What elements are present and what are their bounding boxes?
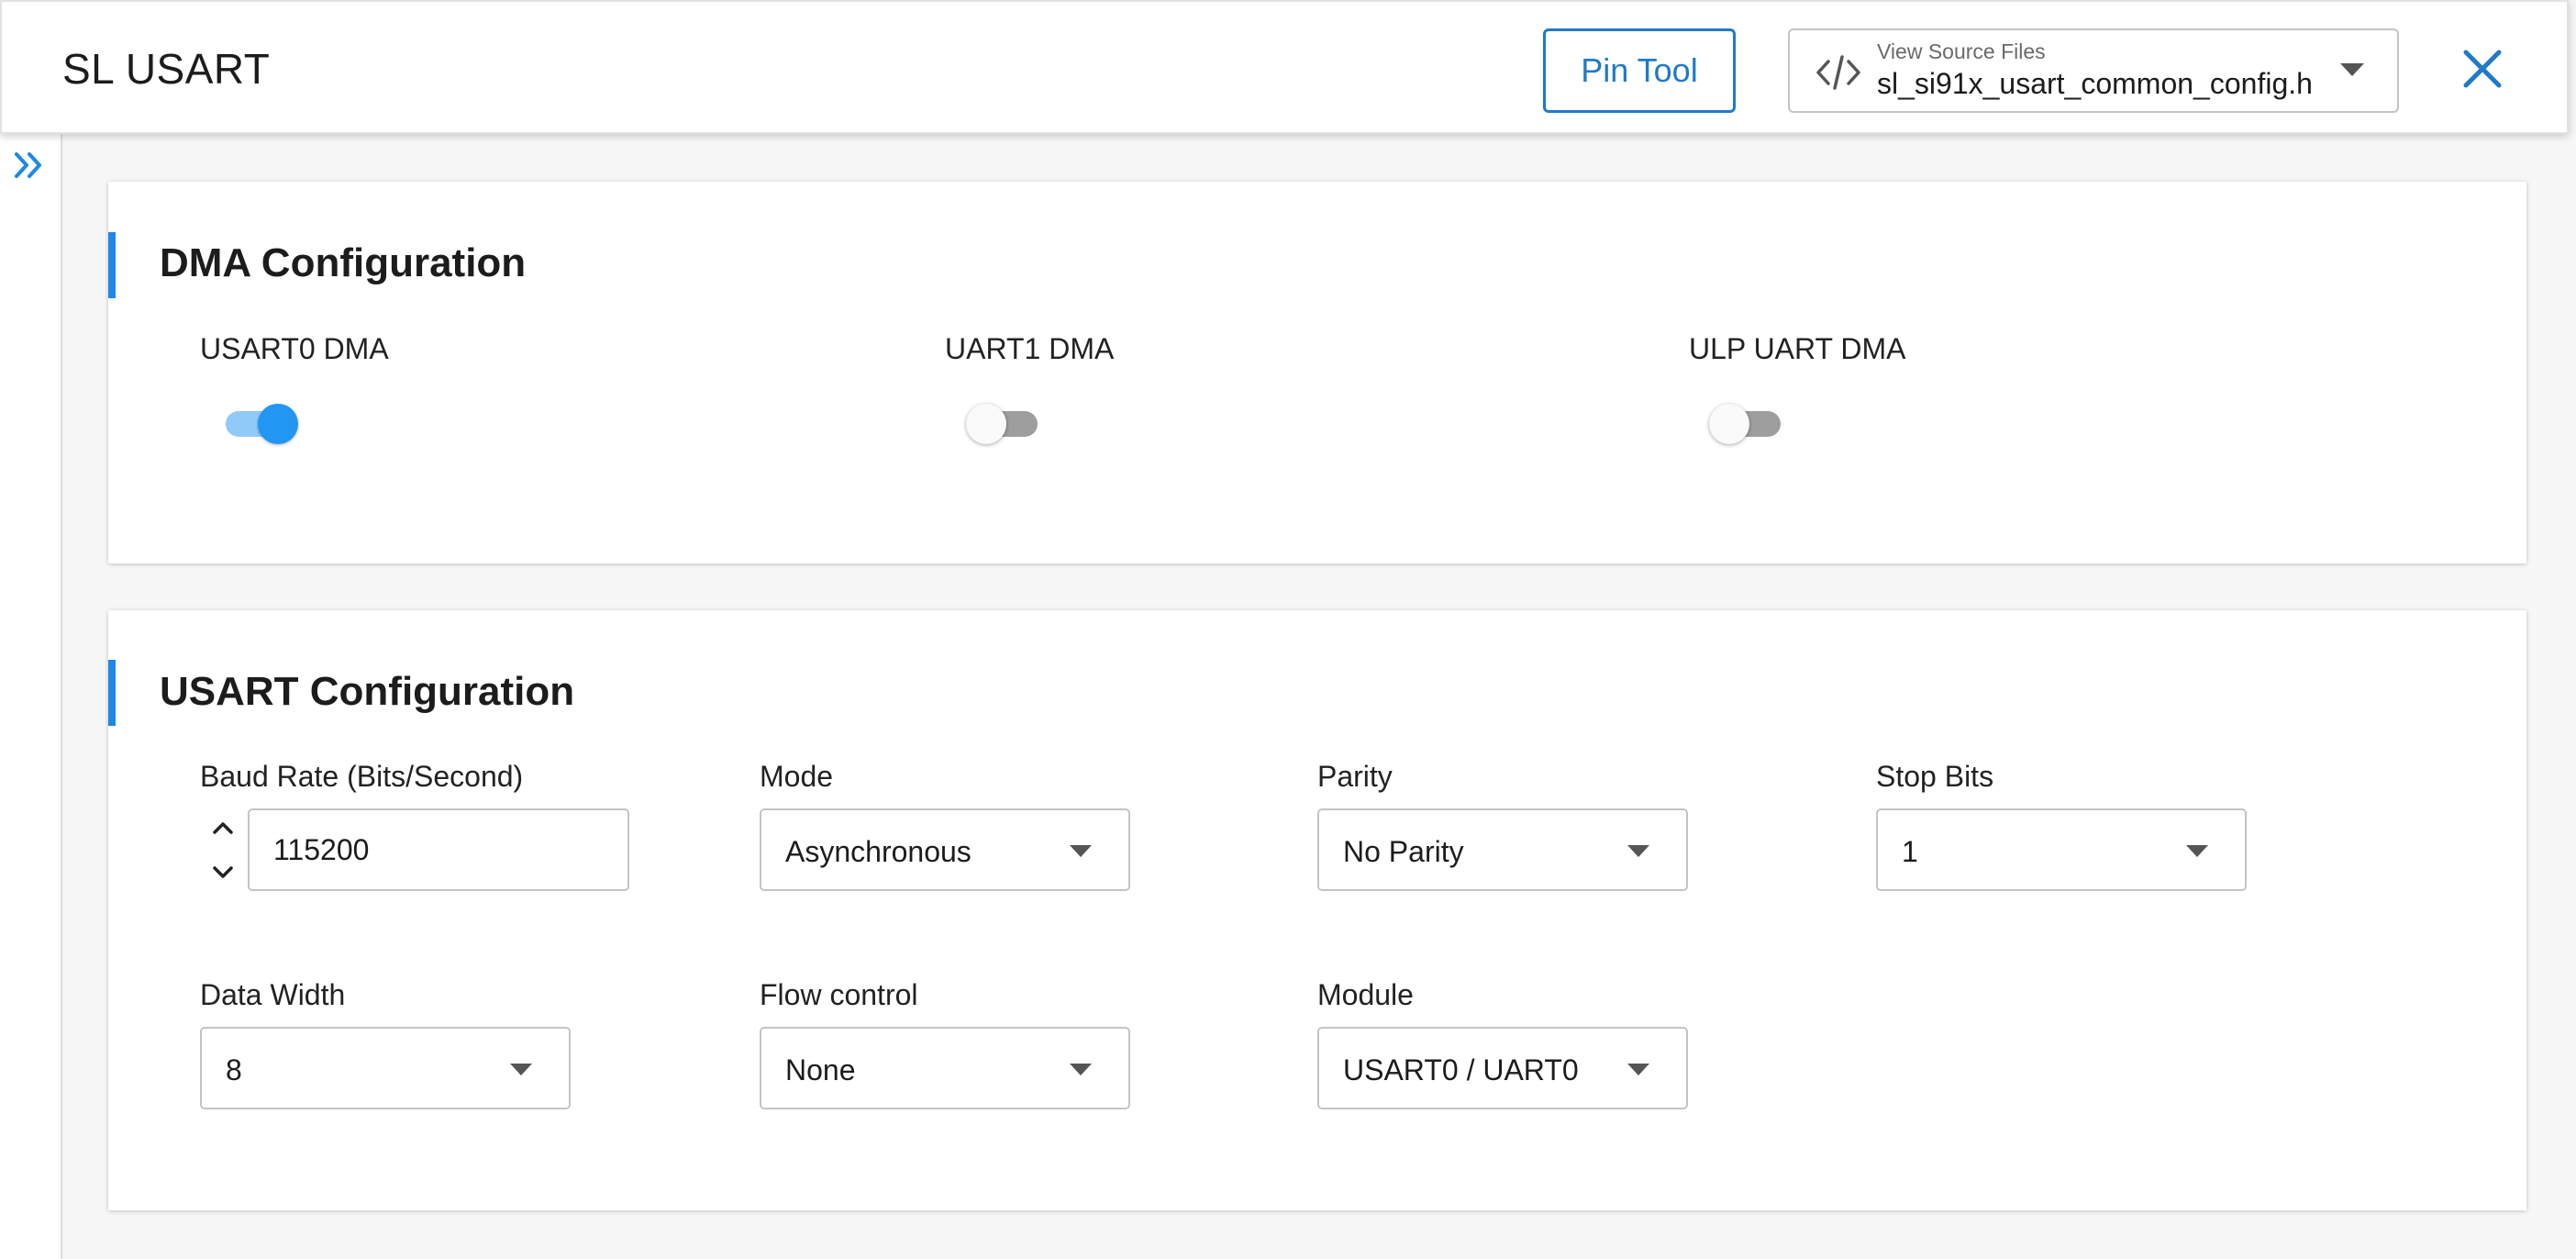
module-select[interactable]: USART0 / UART0 <box>1317 1027 1688 1109</box>
section-accent-bar <box>108 232 116 298</box>
usart0-dma-label: USART0 DMA <box>200 332 389 365</box>
mode-select[interactable]: Asynchronous <box>760 808 1130 891</box>
ulp-uart-dma-label: ULP UART DMA <box>1689 332 1906 365</box>
pin-tool-button[interactable]: Pin Tool <box>1543 28 1736 113</box>
close-icon <box>2463 50 2502 88</box>
chevron-down-icon <box>1070 845 1092 857</box>
chevron-down-icon <box>510 1064 532 1075</box>
dma-configuration-card: DMA Configuration USART0 DMA UART1 DMA U… <box>108 182 2526 563</box>
page-title: SL USART <box>62 45 271 93</box>
usart0-dma-toggle[interactable] <box>226 400 299 444</box>
source-files-value: sl_si91x_usart_common_config.h <box>1877 67 2313 100</box>
module-value: USART0 / UART0 <box>1343 1053 1579 1086</box>
code-icon <box>1816 55 1860 90</box>
chevron-down-icon[interactable] <box>209 863 237 883</box>
chevron-down-icon <box>1070 1064 1092 1075</box>
mode-label: Mode <box>760 760 834 793</box>
side-rail <box>0 134 62 1259</box>
chevron-down-icon <box>2186 845 2208 857</box>
data-width-value: 8 <box>226 1053 242 1086</box>
baud-rate-label: Baud Rate (Bits/Second) <box>200 760 524 793</box>
app-header: SL USART Pin Tool View Source Files sl_s… <box>0 0 2569 134</box>
module-label: Module <box>1317 978 1414 1011</box>
chevron-down-icon <box>1627 1064 1649 1075</box>
chevron-up-icon[interactable] <box>209 818 237 838</box>
uart1-dma-label: UART1 DMA <box>945 332 1115 365</box>
parity-select[interactable]: No Parity <box>1317 808 1688 891</box>
parity-label: Parity <box>1317 760 1393 793</box>
baud-rate-input[interactable] <box>248 808 629 891</box>
flow-control-value: None <box>785 1053 856 1086</box>
source-files-label: View Source Files <box>1877 39 2046 63</box>
chevron-down-icon <box>1627 845 1649 857</box>
dma-section-title: DMA Configuration <box>160 240 527 285</box>
stop-bits-value: 1 <box>1902 835 1918 868</box>
usart-configuration-card: USART Configuration Baud Rate (Bits/Seco… <box>108 610 2526 1210</box>
close-button[interactable] <box>2455 40 2510 97</box>
double-chevron-right-icon[interactable] <box>13 150 46 180</box>
data-width-select[interactable]: 8 <box>200 1027 571 1109</box>
chevron-down-icon <box>2340 63 2364 76</box>
view-source-files-select[interactable]: View Source Files sl_si91x_usart_common_… <box>1788 28 2399 113</box>
section-accent-bar <box>108 660 116 726</box>
flow-control-select[interactable]: None <box>760 1027 1130 1109</box>
flow-control-label: Flow control <box>760 978 918 1011</box>
mode-value: Asynchronous <box>785 835 972 868</box>
parity-value: No Parity <box>1343 835 1464 868</box>
ulp-uart-dma-toggle[interactable] <box>1709 400 1782 444</box>
stop-bits-label: Stop Bits <box>1876 760 1994 793</box>
usart-section-title: USART Configuration <box>160 669 575 714</box>
uart1-dma-toggle[interactable] <box>966 400 1039 444</box>
data-width-label: Data Width <box>200 978 346 1011</box>
stop-bits-select[interactable]: 1 <box>1876 808 2247 891</box>
